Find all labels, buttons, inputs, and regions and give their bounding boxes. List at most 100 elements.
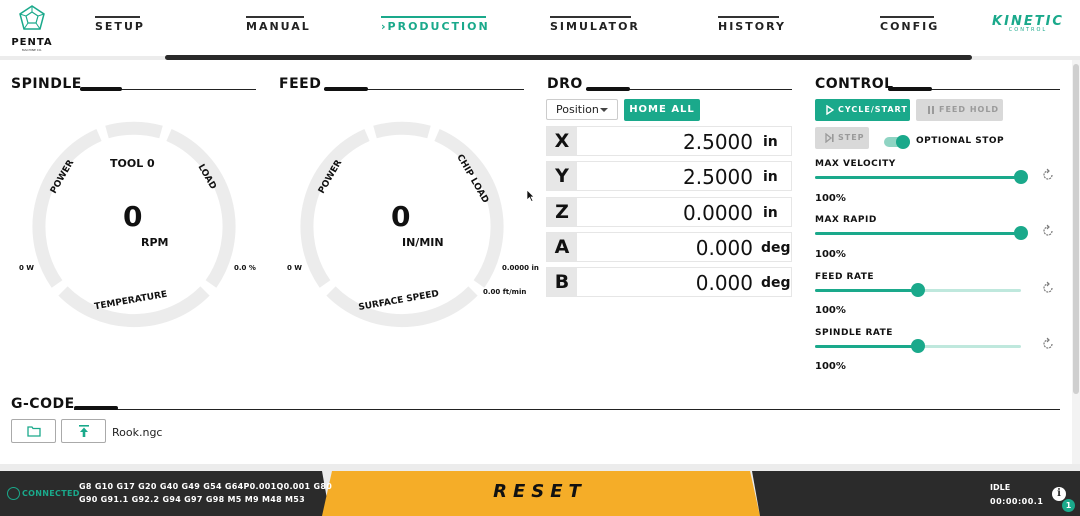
feed-title: FEED: [279, 76, 322, 92]
tab-production[interactable]: ›PRODUCTION: [381, 16, 488, 38]
dro-axis-unit: deg: [761, 275, 791, 291]
machine-state: IDLE: [990, 483, 1011, 492]
reset-rapid-icon[interactable]: [1041, 224, 1055, 238]
optional-stop-toggle-knob: [896, 135, 910, 149]
gcode-accent: [74, 406, 118, 410]
feed-rate-unit: IN/MIN: [402, 236, 444, 249]
penta-logo[interactable]: PENTA MACHINE CO.: [10, 4, 54, 52]
scrollbar-thumb[interactable]: [1073, 64, 1079, 394]
spindle-title: SPINDLE: [11, 76, 82, 92]
feed-rate-value: 100%: [815, 305, 846, 316]
dro-axis-value: 0.0000: [683, 201, 753, 225]
dro-mode-select[interactable]: Position: [546, 99, 618, 120]
cycle-start-button[interactable]: CYCLE/START: [815, 99, 910, 121]
slider-fill: [815, 176, 1021, 179]
reset-velocity-icon[interactable]: [1041, 168, 1055, 182]
cycle-time: 00:00:00.1: [990, 497, 1044, 506]
dro-axis-value: 0.000: [695, 271, 753, 295]
max-velocity-slider[interactable]: [815, 170, 1028, 184]
slider-handle[interactable]: [911, 283, 925, 297]
dro-axis-label: A: [547, 233, 577, 261]
dro-axis-label: Y: [547, 162, 577, 190]
dro-axis-value: 0.000: [695, 236, 753, 260]
vertical-scrollbar[interactable]: [1072, 60, 1080, 464]
slider-fill: [815, 289, 918, 292]
dro-axis-unit: in: [763, 134, 778, 150]
slider-fill: [815, 232, 1021, 235]
chevron-down-icon: [600, 108, 608, 112]
cycle-start-label: CYCLE/START: [838, 105, 908, 114]
max-rapid-label: MAX RAPID: [815, 215, 877, 225]
dro-row-z: Z 0.0000 in: [546, 197, 792, 227]
tab-manual[interactable]: MANUAL: [246, 16, 309, 38]
modal-codes-line-2: G90 G91.1 G92.2 G94 G97 G98 M5 M9 M48 M5…: [79, 495, 306, 504]
modal-codes-line-1: G8 G10 G17 G20 G40 G49 G54 G64P0.001Q0.0…: [79, 482, 333, 491]
optional-stop-label: OPTIONAL STOP: [916, 136, 1005, 146]
dro-row-b: B 0.000 deg: [546, 267, 792, 297]
feed-surface-speed-value: 0.00 ft/min: [483, 288, 527, 296]
dro-row-a: A 0.000 deg: [546, 232, 792, 262]
slider-handle[interactable]: [1014, 226, 1028, 240]
dro-axis-unit: in: [763, 169, 778, 185]
mouse-cursor-icon: [526, 189, 535, 202]
gcode-filename: Rook.ngc: [112, 426, 163, 439]
control-accent: [888, 87, 932, 91]
info-icon[interactable]: i: [1052, 487, 1066, 501]
gcode-title: G-CODE: [11, 396, 75, 412]
feed-rate-label: FEED RATE: [815, 272, 875, 282]
control-title: CONTROL: [815, 76, 894, 92]
optional-stop-toggle[interactable]: [884, 135, 910, 149]
max-velocity-value: 100%: [815, 193, 846, 204]
spindle-accent: [80, 87, 122, 91]
max-rapid-slider[interactable]: [815, 226, 1028, 240]
slider-handle[interactable]: [911, 339, 925, 353]
feed-power-value: 0 W: [287, 264, 303, 272]
spindle-rpm-value: 0: [123, 200, 143, 233]
connection-status-icon: [7, 487, 20, 500]
reset-label[interactable]: RESET: [440, 481, 640, 502]
reset-spindle-rate-icon[interactable]: [1041, 337, 1055, 351]
logo-word: PENTA: [11, 37, 53, 48]
dro-row-x: X 2.5000 in: [546, 126, 792, 156]
feed-chip-load-value: 0.0000 in: [502, 264, 539, 272]
dro-axis-unit: deg: [761, 240, 791, 256]
slider-fill: [815, 345, 918, 348]
open-file-button[interactable]: [11, 419, 56, 443]
slider-handle[interactable]: [1014, 170, 1028, 184]
gcode-rule: [74, 409, 1060, 410]
logo-sub: MACHINE CO.: [21, 48, 43, 52]
top-bar: PENTA MACHINE CO. SETUP MANUAL ›PRODUCTI…: [0, 0, 1080, 56]
feed-rate-slider[interactable]: [815, 283, 1021, 297]
dro-accent: [586, 87, 630, 91]
dro-axis-value: 2.5000: [683, 130, 753, 154]
tab-simulator[interactable]: SIMULATOR: [550, 16, 638, 38]
max-rapid-value: 100%: [815, 249, 846, 260]
dro-axis-label: Z: [547, 198, 577, 226]
dro-row-y: Y 2.5000 in: [546, 161, 792, 191]
dro-axis-label: B: [547, 268, 577, 296]
tab-setup[interactable]: SETUP: [95, 16, 143, 38]
spindle-load-value: 0.0 %: [234, 264, 256, 272]
home-all-button[interactable]: HOME ALL: [624, 99, 700, 121]
notification-badge: 1: [1062, 499, 1075, 512]
tab-history[interactable]: HISTORY: [718, 16, 784, 38]
status-right-panel: [752, 471, 1080, 516]
step-button[interactable]: STEP: [815, 127, 869, 149]
upload-icon: [79, 425, 89, 437]
spindle-rpm-unit: RPM: [141, 236, 169, 249]
spindle-rate-slider[interactable]: [815, 339, 1021, 353]
dro-axis-unit: in: [763, 205, 778, 221]
step-label: STEP: [838, 133, 865, 142]
dro-axis-value: 2.5000: [683, 165, 753, 189]
upload-file-button[interactable]: [61, 419, 106, 443]
reset-feed-rate-icon[interactable]: [1041, 281, 1055, 295]
feed-hold-button[interactable]: FEED HOLD: [916, 99, 1003, 121]
feed-rate-value: 0: [391, 200, 411, 233]
connection-status: CONNECTED: [22, 489, 80, 498]
kinetic-control-brand: KINETIC CONTROL: [986, 14, 1070, 33]
dro-axis-label: X: [547, 127, 577, 155]
play-icon: [826, 105, 834, 115]
tab-config[interactable]: CONFIG: [880, 16, 937, 38]
spindle-tool: TOOL 0: [110, 157, 155, 170]
feed-hold-label: FEED HOLD: [939, 105, 1000, 114]
